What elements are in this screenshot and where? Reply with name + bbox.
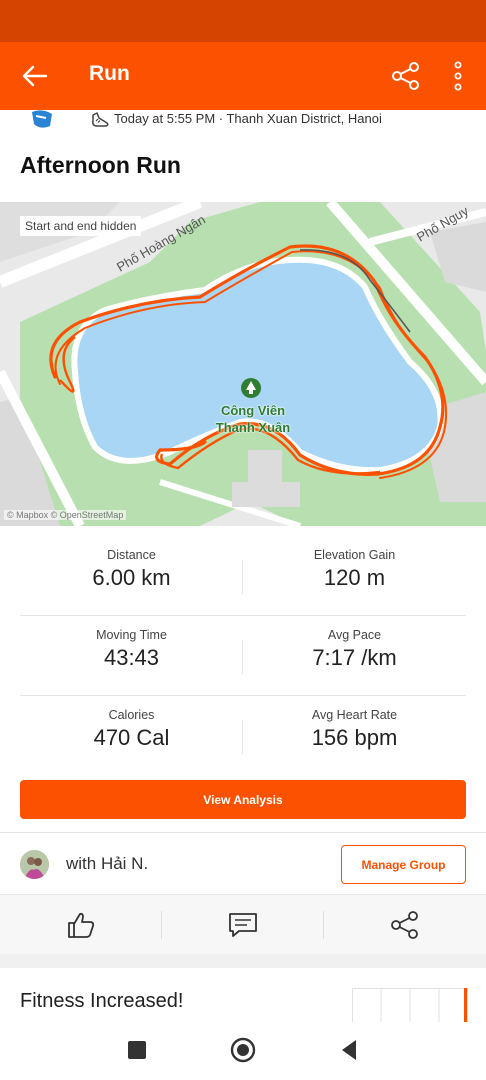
run-shoe-icon [92,112,109,127]
stat-label: Avg Pace [327,628,382,642]
share-button[interactable] [390,60,422,92]
park-label-line-1: Công Viên [220,403,286,418]
recents-button[interactable] [124,1037,150,1063]
triangle-back-icon [342,1040,356,1060]
stat-label: Calories [108,708,155,722]
stat-label: Moving Time [96,628,167,642]
app-bar: Run [0,42,486,110]
stat-row: Calories 470 Cal Avg Heart Rate 156 bpm [20,696,466,776]
map-graphic: Phố Hoàng Ngân Phố Nguy [0,202,486,526]
stat-distance: Distance 6.00 km [20,536,243,616]
map-privacy-note: Start and end hidden [20,216,142,236]
stat-label: Avg Heart Rate [311,708,398,722]
status-bar [0,0,486,42]
stat-label: Distance [107,548,156,562]
square-icon [128,1041,146,1059]
route-map[interactable]: Phố Hoàng Ngân Phố Nguy Start and end hi… [0,202,486,526]
stat-calories: Calories 470 Cal [20,696,243,776]
more-options-button[interactable] [448,60,468,92]
thumbs-up-icon [68,912,95,938]
stat-label: Elevation Gain [313,548,396,562]
share-icon [391,911,418,939]
manage-group-button[interactable]: Manage Group [341,845,466,884]
share-activity-button[interactable] [324,895,486,955]
fitness-title: Fitness Increased! [20,990,184,1012]
circle-icon [230,1037,256,1063]
stat-row: Distance 6.00 km Elevation Gain 120 m [20,536,466,616]
section-divider [0,954,486,968]
kudos-button[interactable] [0,895,162,955]
stat-moving-time: Moving Time 43:43 [20,616,243,696]
stat-value: 7:17 /km [312,645,397,670]
stat-avg-pace: Avg Pace 7:17 /km [243,616,466,696]
activity-date-location: Today at 5:55 PM · Thanh Xuan District, … [114,111,382,126]
stat-row: Moving Time 43:43 Avg Pace 7:17 /km [20,616,466,696]
page-title: Run [89,62,130,85]
arrow-left-icon [22,65,48,87]
system-nav-bar [0,1022,486,1080]
back-button[interactable] [18,62,50,90]
view-analysis-button[interactable]: View Analysis [20,780,466,819]
stat-value: 120 m [323,565,386,590]
comment-icon [229,913,257,937]
fitness-mini-chart [352,988,468,1024]
stats-grid: Distance 6.00 km Elevation Gain 120 m Mo… [20,536,466,776]
stat-value: 156 bpm [311,725,398,750]
stat-value: 470 Cal [93,725,170,750]
group-avatar[interactable] [20,850,49,879]
social-action-bar [0,894,486,954]
avatar-photo [20,850,49,879]
stat-elevation-gain: Elevation Gain 120 m [243,536,466,616]
more-vertical-icon [454,61,462,91]
stat-avg-heart-rate: Avg Heart Rate 156 bpm [243,696,466,776]
back-nav-button[interactable] [336,1037,362,1063]
stat-value: 6.00 km [92,565,171,590]
comment-button[interactable] [162,895,324,955]
map-attribution[interactable]: © Mapbox © OpenStreetMap [4,510,127,520]
activity-title: Afternoon Run [20,152,181,178]
home-button[interactable] [230,1037,256,1063]
park-label: Công Viên Thanh Xuân [212,402,294,436]
activity-meta: Today at 5:55 PM · Thanh Xuan District, … [0,110,486,132]
group-with-text: with Hải N. [66,854,149,873]
avatar[interactable] [28,110,56,128]
share-icon [392,62,419,90]
stat-value: 43:43 [103,645,160,670]
group-row: with Hải N. Manage Group [0,832,486,894]
park-label-line-2: Thanh Xuân [215,420,291,435]
